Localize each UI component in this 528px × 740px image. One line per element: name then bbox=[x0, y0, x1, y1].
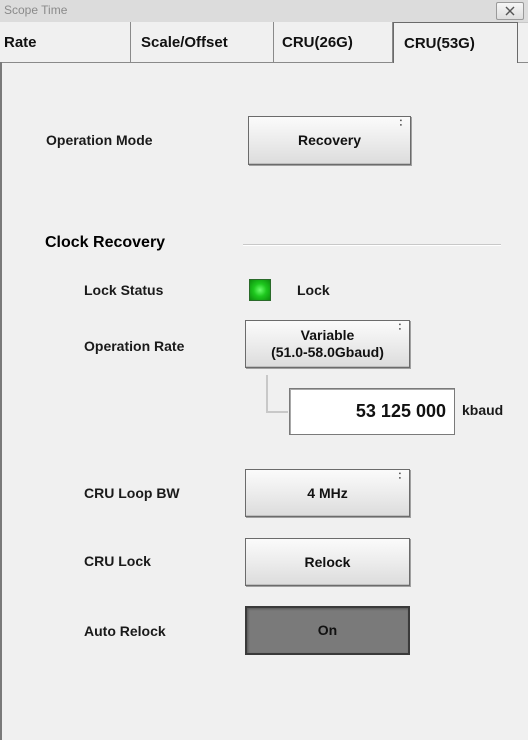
operation-rate-label: Operation Rate bbox=[84, 338, 185, 354]
tab-label: CRU(53G) bbox=[404, 34, 475, 52]
tab-cru-53g[interactable]: CRU(53G) bbox=[393, 22, 518, 63]
connector-line bbox=[266, 411, 288, 413]
operation-mode-value: Recovery bbox=[297, 132, 362, 148]
menu-dots-icon: ⠅ bbox=[399, 119, 405, 128]
tab-label: Scale/Offset bbox=[141, 33, 228, 51]
relock-button[interactable]: Relock bbox=[245, 538, 410, 586]
tab-label: Rate bbox=[4, 33, 37, 51]
close-icon bbox=[505, 6, 515, 16]
lock-status-label: Lock Status bbox=[84, 282, 164, 298]
operation-rate-button[interactable]: Variable (51.0-58.0Gbaud) ⠅ bbox=[245, 320, 410, 368]
operation-rate-value-line1: Variable bbox=[300, 327, 355, 343]
relock-button-label: Relock bbox=[304, 553, 351, 570]
rate-value-input[interactable]: 53 125 000 bbox=[289, 388, 455, 435]
tab-scale-offset[interactable]: Scale/Offset bbox=[131, 22, 274, 62]
tab-label: CRU(26G) bbox=[282, 33, 353, 51]
rate-unit-label: kbaud bbox=[462, 402, 504, 418]
connector-line bbox=[266, 375, 268, 413]
cru-loop-bw-button[interactable]: 4 MHz ⠅ bbox=[245, 469, 410, 517]
window-title: Scope Time bbox=[4, 3, 68, 17]
menu-dots-icon: ⠅ bbox=[398, 323, 404, 332]
cru-loop-bw-value: 4 MHz bbox=[307, 484, 348, 501]
cru-loop-bw-label: CRU Loop BW bbox=[84, 485, 180, 501]
rate-value-text: 53 125 000 bbox=[355, 401, 446, 421]
operation-mode-label: Operation Mode bbox=[46, 132, 153, 148]
auto-relock-value: On bbox=[317, 622, 338, 638]
clock-recovery-section-label: Clock Recovery bbox=[45, 234, 166, 251]
operation-mode-button[interactable]: Recovery ⠅ bbox=[248, 116, 411, 165]
lock-status-led-icon bbox=[249, 279, 271, 301]
tab-rate[interactable]: Rate bbox=[0, 22, 131, 62]
section-divider bbox=[243, 244, 501, 246]
auto-relock-label: Auto Relock bbox=[84, 623, 166, 639]
menu-dots-icon: ⠅ bbox=[398, 472, 404, 481]
cru-lock-label: CRU Lock bbox=[84, 553, 151, 569]
scope-time-window: Scope Time Rate Scale/Offset CRU(26G) CR… bbox=[0, 0, 528, 740]
tab-cru-26g[interactable]: CRU(26G) bbox=[274, 22, 393, 62]
panel-left-border bbox=[0, 62, 2, 740]
lock-status-value: Lock bbox=[297, 282, 330, 298]
operation-rate-value-line2: (51.0-58.0Gbaud) bbox=[271, 344, 384, 360]
title-bar: Scope Time bbox=[0, 0, 528, 23]
close-button[interactable] bbox=[496, 2, 524, 20]
auto-relock-toggle[interactable]: On bbox=[245, 606, 410, 655]
tab-bar: Rate Scale/Offset CRU(26G) CRU(53G) bbox=[0, 22, 528, 63]
